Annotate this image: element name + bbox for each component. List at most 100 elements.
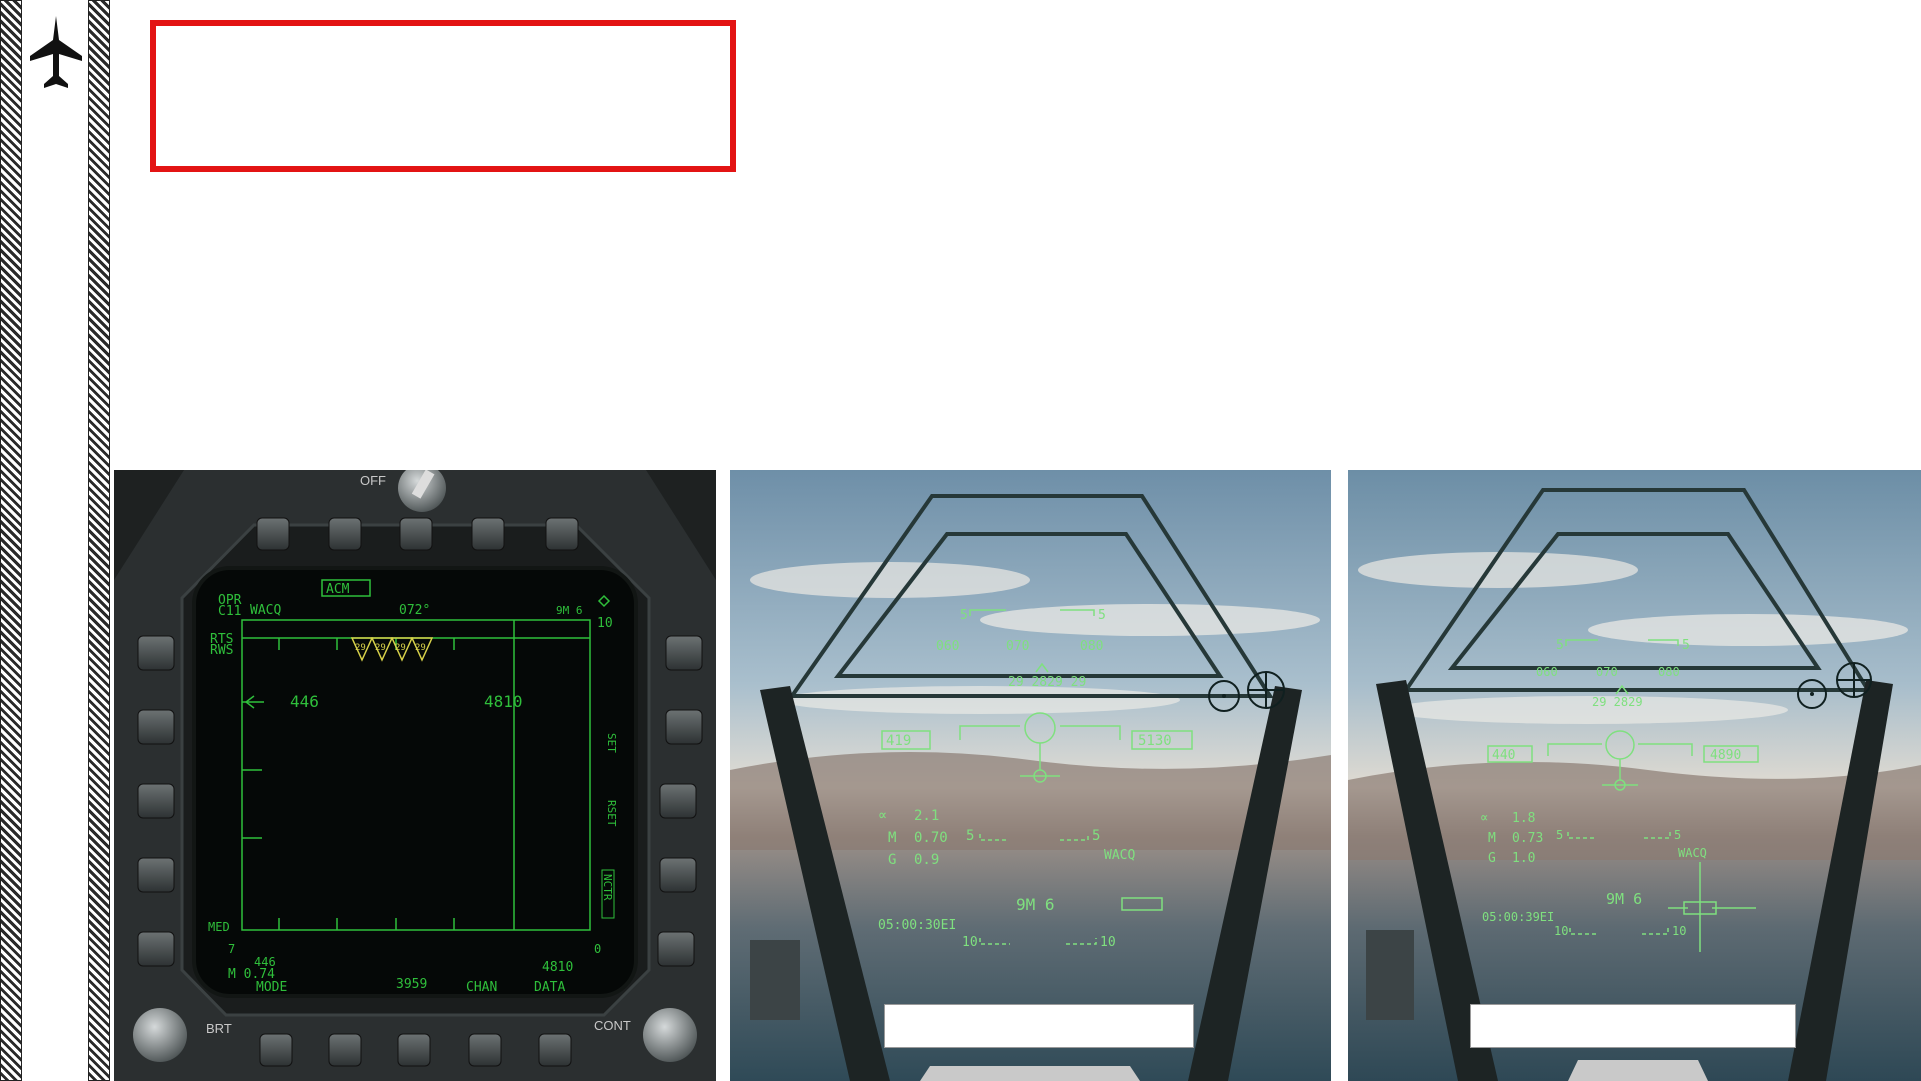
airspeed-box: 419	[886, 733, 911, 749]
fighter-jet-icon	[30, 16, 82, 88]
pitch-5-left: 5	[960, 608, 968, 623]
pushbutton[interactable]	[137, 635, 175, 671]
heading-080: 080	[1080, 639, 1103, 654]
airspeed-box: 440	[1492, 748, 1515, 763]
pitch-5-right: 5	[1682, 638, 1690, 653]
pushbutton[interactable]	[545, 517, 579, 551]
pushbutton[interactable]	[137, 709, 175, 745]
sm-label: 9M 6	[556, 604, 583, 617]
ddi-screen	[192, 566, 638, 998]
pushbutton[interactable]	[657, 931, 695, 967]
pushbutton[interactable]	[665, 635, 703, 671]
c11-label: C11	[218, 604, 241, 619]
pitch-5-right: 5	[1098, 608, 1106, 623]
heading-070: 070	[1596, 665, 1618, 679]
pushbutton[interactable]	[659, 783, 697, 819]
time-readout: 05:00:39EI	[1482, 910, 1554, 924]
nctr-label: NCTR	[601, 874, 614, 901]
contact-labels: 29 2829	[1592, 695, 1643, 709]
contrast-knob[interactable]	[643, 1008, 697, 1062]
pushbutton[interactable]	[399, 517, 433, 551]
contact-label: 29	[395, 643, 406, 653]
heading-060: 060	[936, 639, 959, 654]
weapon-label: 9M 6	[1606, 890, 1642, 908]
pushbutton[interactable]	[328, 1033, 362, 1067]
altitude-box: 4890	[1710, 748, 1741, 763]
pitch-minus10-left: 10	[1554, 924, 1568, 938]
alpha-symbol: ∝	[1480, 810, 1488, 826]
pitch-minus10-left: 10	[962, 935, 978, 950]
rset-label: RSET	[605, 800, 618, 827]
pushbutton[interactable]	[137, 931, 175, 967]
med-label: MED	[208, 920, 230, 934]
time-readout: 05:00:30EI	[878, 918, 956, 933]
heading-060: 060	[1536, 665, 1558, 679]
hud-view-2: 5 5 060 070 080 29 2829 440 4890 ∝ 1.8 M…	[1348, 470, 1921, 1081]
data-label: DATA	[534, 980, 565, 995]
mach-value: 0.70	[914, 830, 948, 846]
pitch-minus5-left: 5	[966, 828, 974, 844]
g-label: G	[888, 852, 896, 868]
pushbutton[interactable]	[259, 1033, 293, 1067]
range-top: 10	[597, 616, 613, 631]
wacq-label: WACQ	[1678, 846, 1707, 860]
sidebar-stripe-left	[0, 0, 22, 1081]
pushbutton[interactable]	[328, 517, 362, 551]
brt-label: BRT	[206, 1021, 232, 1036]
mode-label: MODE	[256, 980, 287, 995]
brightness-knob[interactable]	[133, 1008, 187, 1062]
center-value: 3959	[396, 977, 427, 992]
heading-070: 070	[1006, 639, 1029, 654]
g-value: 0.9	[914, 852, 939, 868]
slide-title-box	[150, 20, 736, 172]
ddi-radar-panel: OFF BRT CONT ACM OPR C11 WACQ 072° 9M 6 …	[114, 470, 716, 1081]
pitch-minus5-left: 5	[1556, 828, 1563, 842]
contact-label: 29	[415, 643, 426, 653]
bottom-right-value: 4810	[542, 960, 573, 975]
off-label: OFF	[360, 473, 386, 488]
alpha-value: 2.1	[914, 808, 939, 824]
g-value: 1.0	[1512, 851, 1535, 866]
seven-label: 7	[228, 942, 235, 956]
caption-box	[1470, 1004, 1796, 1048]
mach-label: M	[888, 830, 896, 846]
pitch-5-left: 5	[1556, 638, 1564, 653]
right-value: 4810	[484, 692, 523, 711]
alpha-symbol: ∝	[878, 806, 887, 824]
pitch-minus10-right: 10	[1672, 924, 1686, 938]
pushbutton[interactable]	[665, 709, 703, 745]
pitch-minus5-right: 5	[1092, 828, 1100, 844]
pushbutton[interactable]	[397, 1033, 431, 1067]
pitch-minus10-right: 10	[1100, 935, 1116, 950]
pitch-minus5-right: 5	[1674, 828, 1681, 842]
alpha-value: 1.8	[1512, 811, 1535, 826]
sidebar-stripe-right	[88, 0, 110, 1081]
heading-readout: 072°	[399, 603, 430, 618]
wacq-label: WACQ	[1104, 848, 1135, 863]
cont-label: CONT	[594, 1018, 631, 1033]
contact-labels: 29 2829 29	[1008, 675, 1086, 690]
pushbutton[interactable]	[538, 1033, 572, 1067]
zero-label: 0	[594, 942, 601, 956]
rws-label: RWS	[210, 643, 233, 658]
chan-label: CHAN	[466, 980, 497, 995]
caption-box	[884, 1004, 1194, 1048]
left-value: 446	[290, 692, 319, 711]
contact-label: 29	[355, 643, 366, 653]
weapon-label: 9M 6	[1016, 895, 1055, 914]
wacq-label: WACQ	[250, 603, 281, 618]
acm-label: ACM	[326, 582, 350, 597]
pushbutton[interactable]	[659, 857, 697, 893]
pushbutton[interactable]	[137, 783, 175, 819]
mach-label: M	[1488, 831, 1496, 846]
g-label: G	[1488, 851, 1496, 866]
contact-label: 29	[375, 643, 386, 653]
heading-080: 080	[1658, 665, 1680, 679]
pushbutton[interactable]	[471, 517, 505, 551]
pushbutton[interactable]	[468, 1033, 502, 1067]
set-label: SET	[605, 733, 618, 753]
mach-value: 0.73	[1512, 831, 1543, 846]
altitude-box: 5130	[1138, 733, 1172, 749]
pushbutton[interactable]	[137, 857, 175, 893]
pushbutton[interactable]	[256, 517, 290, 551]
